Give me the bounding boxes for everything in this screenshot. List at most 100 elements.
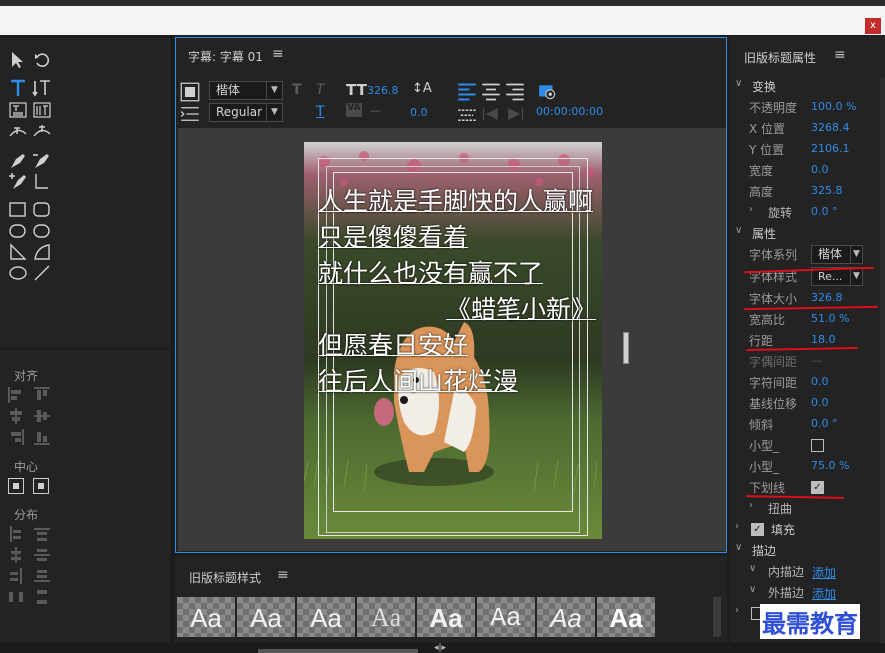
underline-checkbox[interactable]: ✓ (811, 481, 824, 494)
arc-tool-icon[interactable] (32, 242, 52, 262)
align-left-icon[interactable] (8, 387, 24, 403)
y-position-row[interactable]: Y 位置 2106.1 (730, 139, 885, 160)
add-inner-stroke-link[interactable]: 添加 (812, 564, 836, 581)
vertical-path-type-tool-icon[interactable] (32, 122, 52, 142)
bold-icon[interactable]: T (292, 82, 302, 98)
distribute-horizontal-icon[interactable] (8, 589, 24, 605)
italic-icon[interactable]: T (316, 82, 325, 98)
align-bottom-icon[interactable] (34, 429, 50, 445)
path-type-tool-icon[interactable] (8, 122, 28, 142)
underline-icon[interactable]: T (316, 104, 325, 120)
tab-right-icon[interactable] (505, 104, 524, 121)
canvas-scrollbar[interactable] (623, 332, 629, 364)
caption-line[interactable]: 就什么也没有赢不了 (318, 254, 543, 290)
small-caps-row[interactable]: 小型_ (730, 435, 885, 456)
style-swatch[interactable]: Aa (477, 597, 535, 637)
style-swatch[interactable]: Aa (537, 597, 595, 637)
rounded-rectangle-tool-icon[interactable] (32, 200, 52, 220)
kerning-row[interactable]: 字偶间距 — (730, 351, 885, 372)
inner-stroke-row[interactable]: ∨ 内描边 添加 (730, 561, 885, 582)
caption-line[interactable]: 往后人间山花烂漫 (318, 362, 518, 398)
tracking-row[interactable]: 字符间距 0.0 (730, 372, 885, 393)
font-family-select[interactable]: 楷体 ▼ (209, 81, 283, 100)
timeline-scroll[interactable] (258, 649, 418, 653)
styles-scrollbar[interactable] (713, 597, 721, 637)
center-vertical-icon[interactable] (33, 478, 49, 494)
properties-section[interactable]: ∨ 属性 (730, 223, 885, 244)
leading-value[interactable]: 0.0 (410, 106, 428, 119)
outer-stroke-row[interactable]: ∨ 外描边 添加 (730, 582, 885, 603)
show-background-video-icon[interactable] (538, 82, 556, 100)
width-row[interactable]: 宽度 0.0 (730, 160, 885, 181)
baseline-shift-row[interactable]: 基线位移 0.0 (730, 393, 885, 414)
add-outer-stroke-link[interactable]: 添加 (812, 585, 836, 602)
properties-scrollbar[interactable] (880, 77, 885, 643)
font-size-value[interactable]: 326.8 (367, 84, 399, 97)
align-center-text-icon[interactable] (481, 82, 500, 101)
wedge-tool-icon[interactable] (8, 242, 28, 262)
panel-menu-icon[interactable]: ≡ (272, 46, 284, 62)
fill-checkbox[interactable]: ✓ (751, 523, 764, 536)
style-swatch[interactable]: Aa (297, 597, 355, 637)
distribute-right-icon[interactable] (8, 568, 24, 584)
distribute-vertical-icon[interactable] (34, 589, 50, 605)
background-timecode[interactable]: 00:00:00:00 (536, 105, 603, 118)
opacity-row[interactable]: 不透明度 100.0 % (730, 97, 885, 118)
small-caps-size-row[interactable]: 小型_ 75.0 % (730, 456, 885, 477)
style-swatch[interactable]: Aa (417, 597, 475, 637)
align-right-icon[interactable] (8, 429, 24, 445)
roll-crawl-icon[interactable] (180, 82, 200, 102)
clipped-corner-tool-icon[interactable] (8, 221, 28, 241)
vertical-type-tool-icon[interactable] (32, 78, 52, 98)
height-row[interactable]: 高度 325.8 (730, 181, 885, 202)
small-caps-checkbox[interactable] (811, 439, 824, 452)
caption-line[interactable]: 《蜡笔小新》 (446, 290, 596, 326)
tab-center-icon[interactable] (481, 104, 498, 121)
distort-row[interactable]: › 扭曲 (730, 498, 885, 519)
convert-anchor-tool-icon[interactable] (32, 172, 52, 192)
style-swatch[interactable]: Aa (357, 597, 415, 637)
distribute-bottom-icon[interactable] (34, 568, 50, 584)
distribute-top-icon[interactable] (34, 526, 50, 542)
align-right-text-icon[interactable] (505, 82, 524, 101)
type-tool-icon[interactable] (8, 78, 28, 98)
tab-left-icon[interactable] (457, 104, 476, 121)
font-style-select[interactable]: Regular ▼ (209, 103, 283, 122)
caption-line[interactable]: 只是傻傻看着 (318, 218, 468, 254)
align-vertical-center-icon[interactable] (34, 408, 50, 424)
style-swatch[interactable]: Aa (177, 597, 235, 637)
slant-row[interactable]: 倾斜 0.0 ° (730, 414, 885, 435)
style-swatch[interactable]: Aa (237, 597, 295, 637)
align-top-icon[interactable] (34, 387, 50, 403)
distribute-left-icon[interactable] (8, 526, 24, 542)
title-tab[interactable]: 字幕: 字幕 01 (188, 48, 263, 65)
close-button[interactable]: x (865, 18, 881, 34)
rotation-row[interactable]: › 旋转 0.0 ° (730, 202, 885, 223)
pen-tool-icon[interactable] (8, 151, 28, 171)
stroke-section[interactable]: ∨ 描边 (730, 540, 885, 561)
x-position-row[interactable]: X 位置 3268.4 (730, 118, 885, 139)
panel-menu-icon[interactable]: ≡ (834, 47, 846, 63)
style-swatch[interactable]: Aa (597, 597, 655, 637)
distribute-middle-icon[interactable] (34, 547, 50, 563)
transform-section[interactable]: ∨ 变换 (730, 76, 885, 97)
panel-menu-icon[interactable]: ≡ (277, 567, 289, 583)
rectangle-tool-icon[interactable] (8, 200, 28, 220)
title-canvas[interactable]: 人生就是手脚快的人赢啊 只是傻傻看着 就什么也没有赢不了 《蜡笔小新》 但愿春日… (178, 128, 726, 551)
ellipse-tool-icon[interactable] (8, 263, 28, 283)
caption-line[interactable]: 人生就是手脚快的人赢啊 (318, 182, 593, 218)
rotate-tool-icon[interactable] (32, 50, 52, 70)
fill-section[interactable]: › ✓ 填充 (730, 519, 885, 540)
selection-tool-icon[interactable] (8, 50, 28, 70)
center-horizontal-icon[interactable] (8, 478, 24, 494)
font-family-dropdown[interactable]: 楷体 ▼ (811, 245, 863, 264)
align-left-text-icon[interactable] (457, 82, 476, 101)
line-tool-icon[interactable] (32, 263, 52, 283)
aspect-row[interactable]: 宽高比 51.0 % (730, 309, 885, 330)
rounded-corner-tool-icon[interactable] (32, 221, 52, 241)
drag-handle-icon[interactable]: ◂|▸ (434, 643, 446, 653)
tab-stops-icon[interactable] (180, 104, 199, 121)
font-family-row[interactable]: 字体系列 楷体 ▼ (730, 244, 885, 265)
distribute-center-icon[interactable] (8, 547, 24, 563)
delete-anchor-tool-icon[interactable] (32, 151, 52, 171)
